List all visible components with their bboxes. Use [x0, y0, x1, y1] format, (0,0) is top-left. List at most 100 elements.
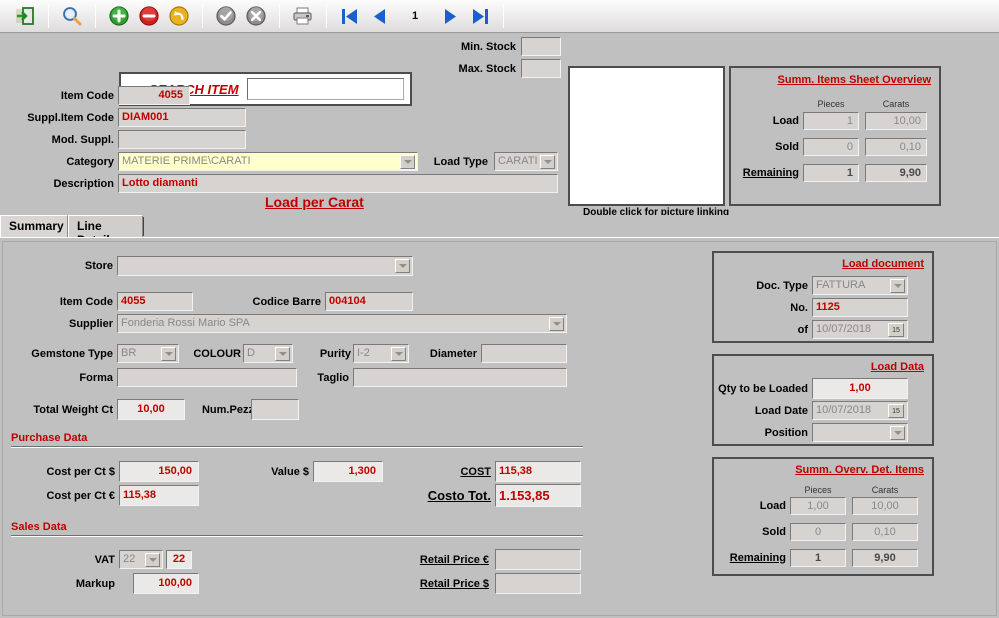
- position-label: Position: [764, 427, 808, 439]
- load-document-title: Load document: [842, 258, 924, 270]
- total-weight-field[interactable]: 10,00: [117, 399, 185, 420]
- row-label-load: Load: [772, 115, 799, 127]
- load-date-field[interactable]: 10/07/2018 15: [812, 401, 908, 420]
- description-field[interactable]: Lotto diamanti: [118, 174, 558, 193]
- retail-price-usd-field[interactable]: [495, 573, 581, 594]
- doc-type-field[interactable]: FATTURA: [812, 276, 908, 295]
- vat-select-value: 22: [123, 553, 136, 565]
- item-code-field[interactable]: 4055: [118, 86, 190, 105]
- det-col-header-pieces: Pieces: [804, 485, 832, 495]
- chevron-down-icon[interactable]: [161, 347, 176, 361]
- picture-box[interactable]: [568, 66, 725, 206]
- codice-barre-field[interactable]: 004104: [325, 292, 413, 311]
- gemstone-type-field[interactable]: BR: [117, 344, 179, 363]
- value-usd-field[interactable]: 1,300: [313, 461, 383, 482]
- page-number[interactable]: 1: [395, 10, 435, 22]
- prev-record-icon[interactable]: [365, 2, 395, 30]
- det-row-label-sold: Sold: [762, 526, 786, 538]
- search-input[interactable]: [246, 78, 404, 100]
- toolbar-divider: [279, 4, 280, 28]
- category-field[interactable]: MATERIE PRIME\CARATI: [118, 152, 418, 171]
- load-data-panel: Load Data Qty to be Loaded 1,00 Load Dat…: [712, 354, 934, 446]
- sold-carats-field: 0,10: [865, 138, 927, 156]
- print-icon[interactable]: [288, 2, 318, 30]
- doc-type-label: Doc. Type: [756, 280, 808, 292]
- doc-of-value: 10/07/2018: [816, 323, 872, 335]
- delete-icon[interactable]: [134, 2, 164, 30]
- taglio-field[interactable]: [353, 368, 567, 387]
- det-col-header-carats: Carats: [871, 485, 899, 495]
- confirm-icon[interactable]: [211, 2, 241, 30]
- load-type-field[interactable]: CARATI: [494, 152, 558, 171]
- cost-per-ct-eur-field[interactable]: 115,38: [119, 485, 199, 506]
- exit-icon[interactable]: [10, 2, 40, 30]
- codice-barre-label: Codice Barre: [252, 296, 321, 308]
- position-field[interactable]: [812, 423, 908, 442]
- calendar-icon[interactable]: 15: [888, 323, 904, 337]
- retail-price-eur-field[interactable]: [495, 549, 581, 570]
- chevron-down-icon[interactable]: [549, 317, 564, 331]
- vat-field[interactable]: 22: [166, 550, 192, 569]
- next-record-icon[interactable]: [435, 2, 465, 30]
- main-toolbar: 1: [0, 0, 999, 33]
- det-remaining-pieces-field: 1: [790, 549, 846, 567]
- load-type-label: Load Type: [433, 156, 488, 168]
- store-field[interactable]: [117, 256, 413, 276]
- vat-select[interactable]: 22: [119, 550, 163, 569]
- detail-item-code-field[interactable]: 4055: [117, 292, 193, 311]
- summary-items-overview-panel: Summ. Items Sheet Overview Pieces Carats…: [729, 66, 941, 206]
- load-document-panel: Load document Doc. Type FATTURA No. 1125…: [712, 251, 934, 343]
- load-type-value: CARATI: [498, 155, 538, 167]
- qty-to-load-field[interactable]: 1,00: [812, 378, 908, 399]
- retail-price-eur-label: Retail Price €: [419, 554, 489, 566]
- undo-icon[interactable]: [164, 2, 194, 30]
- forma-field[interactable]: [117, 368, 297, 387]
- row-label-remaining: Remaining: [742, 167, 799, 179]
- tab-line-detail[interactable]: Line Detail: [68, 215, 143, 247]
- tab-strip: Summary Line Detail: [0, 215, 999, 247]
- search-icon[interactable]: [57, 2, 87, 30]
- chevron-down-icon[interactable]: [395, 259, 410, 273]
- value-usd-label: Value $: [271, 466, 309, 478]
- sales-data-title: Sales Data: [11, 521, 67, 533]
- description-label: Description: [53, 178, 114, 190]
- calendar-icon[interactable]: 15: [888, 404, 904, 418]
- gemstone-type-label: Gemstone Type: [31, 348, 113, 360]
- chevron-down-icon[interactable]: [391, 347, 406, 361]
- summary-items-overview-title: Summ. Items Sheet Overview: [777, 74, 931, 86]
- max-stock-field[interactable]: [521, 59, 561, 78]
- cancel-icon[interactable]: [241, 2, 271, 30]
- qty-to-load-label: Qty to be Loaded: [718, 383, 808, 395]
- line-detail-panel: Store Item Code 4055 Codice Barre 004104…: [0, 237, 999, 618]
- chevron-down-icon[interactable]: [540, 155, 555, 169]
- load-date-value: 10/07/2018: [816, 404, 872, 416]
- colour-field[interactable]: D: [243, 344, 293, 363]
- markup-field[interactable]: 100,00: [133, 573, 199, 594]
- chevron-down-icon[interactable]: [145, 553, 160, 567]
- supplier-field[interactable]: Fonderia Rossi Mario SPA: [117, 314, 567, 333]
- mod-suppl-field[interactable]: [118, 130, 246, 149]
- cost-per-ct-usd-field[interactable]: 150,00: [119, 461, 199, 482]
- add-icon[interactable]: [104, 2, 134, 30]
- num-pezzi-field[interactable]: [251, 399, 299, 420]
- suppl-item-code-field[interactable]: DIAM001: [118, 108, 246, 127]
- purity-field[interactable]: I-2: [353, 344, 409, 363]
- min-stock-field[interactable]: [521, 37, 561, 56]
- last-record-icon[interactable]: [465, 2, 495, 30]
- tab-summary[interactable]: Summary: [0, 215, 68, 237]
- det-load-carats-field: 10,00: [852, 497, 918, 515]
- doc-of-label: of: [797, 324, 808, 336]
- remaining-carats-field: 9,90: [865, 164, 927, 182]
- doc-no-field[interactable]: 1125: [812, 298, 908, 317]
- diameter-field[interactable]: [481, 344, 567, 363]
- chevron-down-icon[interactable]: [275, 347, 290, 361]
- first-record-icon[interactable]: [335, 2, 365, 30]
- purchase-data-divider: [11, 446, 583, 448]
- chevron-down-icon[interactable]: [890, 426, 905, 440]
- costo-tot-field[interactable]: 1.153,85: [495, 484, 581, 507]
- chevron-down-icon[interactable]: [890, 279, 905, 293]
- doc-of-field[interactable]: 10/07/2018 15: [812, 320, 908, 339]
- colour-value: D: [247, 347, 255, 359]
- cost-field[interactable]: 115,38: [495, 461, 581, 482]
- toolbar-group-navigation: 1: [329, 2, 501, 30]
